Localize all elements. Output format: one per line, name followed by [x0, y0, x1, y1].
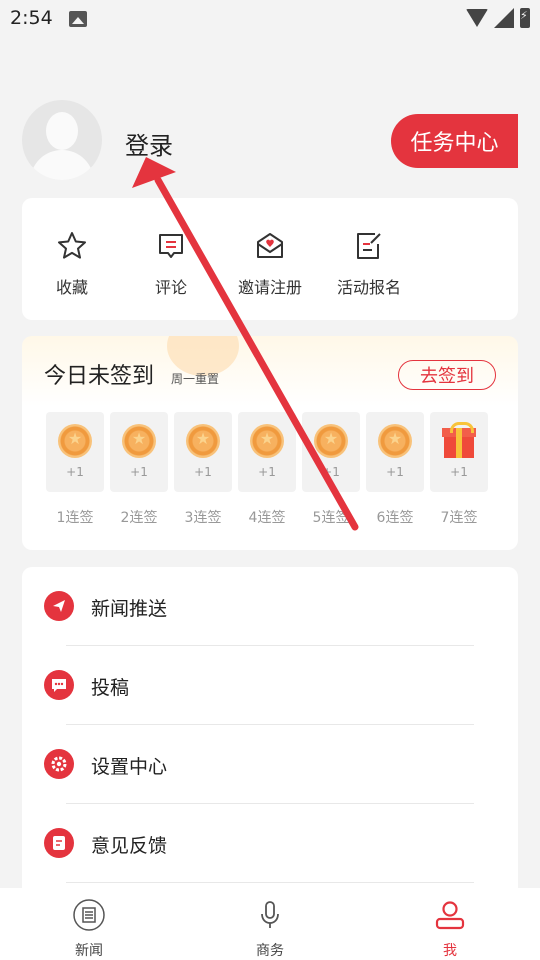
coin-icon	[314, 424, 348, 458]
avatar[interactable]	[22, 100, 102, 180]
coin-icon	[58, 424, 92, 458]
status-bar: 2:54	[0, 0, 540, 36]
checkin-day: +1	[110, 412, 168, 492]
checkin-day: +1	[302, 412, 360, 492]
comment-icon	[159, 234, 183, 258]
checkin-day-label: 1连签	[56, 510, 94, 526]
menu-item-label: 意见反馈	[91, 835, 168, 857]
checkin-reward: +1	[194, 465, 212, 479]
checkin-subtitle: 周一重置	[171, 372, 220, 386]
avatar-head-shape	[46, 112, 78, 150]
checkin-day-label: 3连签	[184, 510, 222, 526]
checkin-day-label: 5连签	[312, 510, 350, 526]
invite-envelope-icon	[257, 233, 283, 258]
tab-label: 新闻	[75, 943, 103, 959]
coin-icon	[122, 424, 156, 458]
login-link[interactable]: 登录	[125, 126, 173, 161]
checkin-day: +1	[430, 412, 488, 492]
checkin-day-label: 2连签	[120, 510, 158, 526]
checkin-reward: +1	[130, 465, 148, 479]
status-time: 2:54	[10, 7, 53, 29]
checkin-day: +1	[366, 412, 424, 492]
checkin-card: 今日未签到 周一重置 去签到 +1 +1 +1 +1 +1 +1 +1 1连签 …	[22, 336, 518, 550]
checkin-reward: +1	[66, 465, 84, 479]
checkin-reward: +1	[386, 465, 404, 479]
tab-news[interactable]: 新闻	[44, 898, 134, 960]
bottom-tab-bar: 新闻 商务 我	[0, 888, 540, 960]
feedback-icon	[44, 828, 74, 858]
microphone-icon	[261, 901, 279, 928]
quick-action-label: 评论	[154, 278, 187, 297]
quick-action-label: 邀请注册	[237, 278, 302, 297]
coin-icon	[186, 424, 220, 458]
gift-icon	[442, 422, 476, 458]
checkin-day: +1	[174, 412, 232, 492]
settings-icon	[44, 749, 74, 779]
tab-me[interactable]: 我	[405, 898, 495, 960]
tab-label: 商务	[256, 943, 284, 959]
quick-action-label: 活动报名	[336, 278, 401, 297]
tab-business[interactable]: 商务	[225, 898, 315, 960]
checkin-reward: +1	[450, 465, 468, 479]
checkin-day-label: 4连签	[248, 510, 286, 526]
checkin-day: +1	[238, 412, 296, 492]
system-icons	[466, 8, 530, 28]
user-icon	[435, 901, 465, 930]
star-icon	[58, 232, 86, 259]
quick-action-favorites[interactable]: 收藏	[22, 230, 122, 298]
coin-icon	[378, 424, 412, 458]
coin-icon	[250, 424, 284, 458]
menu-item-news-push[interactable]: 新闻推送	[22, 567, 518, 646]
checkin-reward: +1	[322, 465, 340, 479]
quick-actions-card: 收藏 评论 邀请注册 活动报名	[22, 198, 518, 320]
quick-action-label: 收藏	[55, 278, 88, 297]
signal-icon	[494, 8, 514, 28]
wifi-icon	[466, 9, 488, 27]
quick-action-comments[interactable]: 评论	[121, 230, 221, 298]
menu-item-label: 新闻推送	[91, 598, 168, 620]
menu-item-feedback[interactable]: 意见反馈	[22, 804, 518, 883]
newspaper-icon	[73, 899, 105, 931]
checkin-day-label: 7连签	[440, 510, 478, 526]
quick-action-event-signup[interactable]: 活动报名	[319, 230, 419, 298]
task-center-button[interactable]: 任务中心	[391, 114, 518, 168]
tab-label: 我	[443, 943, 457, 959]
checkin-day: +1	[46, 412, 104, 492]
menu-item-submit-article[interactable]: 投稿	[22, 646, 518, 725]
paper-plane-icon	[44, 591, 74, 621]
checkin-reward: +1	[258, 465, 276, 479]
checkin-day-label: 6连签	[376, 510, 414, 526]
message-icon	[44, 670, 74, 700]
settings-menu-card: 新闻推送 投稿 设置中心 意见反馈	[22, 567, 518, 907]
menu-item-settings[interactable]: 设置中心	[22, 725, 518, 804]
checkin-title: 今日未签到	[44, 364, 155, 389]
divider	[66, 882, 474, 883]
image-notification-icon	[69, 11, 87, 27]
checkin-button[interactable]: 去签到	[398, 360, 496, 390]
quick-action-invite[interactable]: 邀请注册	[220, 230, 320, 298]
battery-icon	[520, 8, 530, 28]
signup-form-icon	[357, 233, 381, 259]
menu-item-label: 设置中心	[91, 756, 168, 778]
avatar-body-shape	[30, 150, 94, 180]
menu-item-label: 投稿	[91, 677, 130, 699]
